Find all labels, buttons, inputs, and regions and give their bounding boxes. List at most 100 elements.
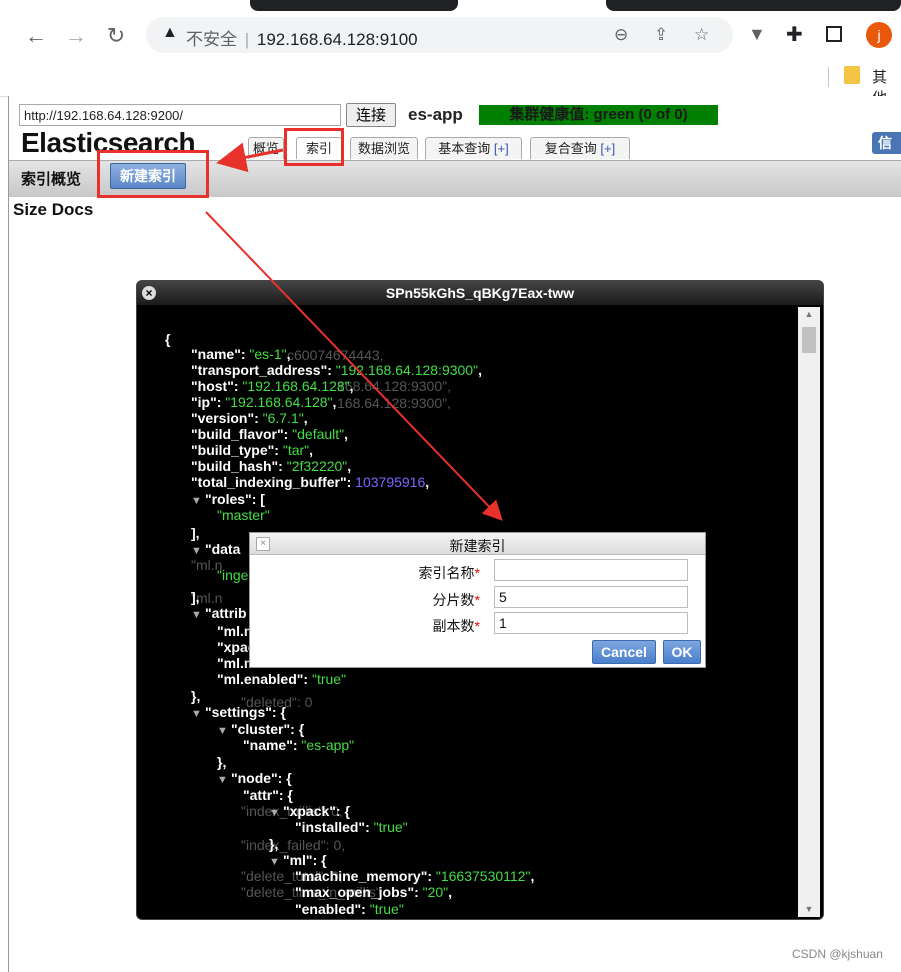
expand-triangle-icon[interactable]: ▼ — [269, 856, 283, 868]
info-button[interactable]: 信息 — [872, 132, 901, 173]
cluster-name: es-app — [408, 105, 463, 124]
node-info-title: SPn55kGhS_qBKg7Eax-tww — [385, 285, 575, 301]
json-line: }, — [269, 836, 278, 852]
annotation-box-new-index — [97, 150, 209, 198]
address-bar[interactable]: ▲ 不安全 | 192.168.64.128:9100 ⊖ ⇪ ☆ — [146, 17, 733, 53]
json-key: "node": { — [230, 770, 292, 786]
json-string: "inge — [217, 567, 249, 583]
expand-triangle-icon[interactable]: ▼ — [217, 725, 231, 737]
json-key: "machine_memory": — [295, 868, 436, 884]
expand-triangle-icon[interactable]: ▼ — [191, 708, 205, 720]
scrollbar[interactable]: ▲ ▼ — [798, 307, 820, 917]
scrollbar-thumb[interactable] — [802, 327, 816, 353]
json-key: "ml": { — [282, 852, 327, 868]
replicas-input[interactable]: 1 — [494, 612, 688, 634]
json-string: "es-app" — [301, 737, 355, 753]
expand-triangle-icon[interactable]: ▼ — [191, 609, 205, 621]
cancel-button[interactable]: Cancel — [592, 640, 656, 664]
extensions-puzzle-icon[interactable]: ✚ — [786, 22, 803, 47]
json-line: { — [165, 331, 170, 347]
json-key: , — [303, 410, 308, 426]
warning-icon[interactable]: ▲ — [162, 24, 178, 42]
json-key: "host": — [191, 378, 243, 394]
json-key: , — [448, 884, 453, 900]
cluster-url-input[interactable]: http://192.168.64.128:9200/ — [19, 104, 341, 126]
back-icon[interactable]: ← — [22, 24, 50, 48]
json-line: "build_type": "tar", — [191, 442, 313, 458]
zoom-icon[interactable]: ⊖ — [614, 25, 628, 45]
tab-browser[interactable]: 数据浏览 — [350, 137, 418, 159]
profile-avatar[interactable]: j — [866, 22, 892, 48]
json-key: "build_flavor": — [191, 426, 293, 442]
required-mark: * — [474, 565, 480, 581]
tab-label: 复合查询 — [544, 141, 597, 156]
json-key: "installed": — [295, 819, 374, 835]
json-key: "roles": [ — [204, 491, 265, 507]
forward-icon[interactable]: → — [62, 24, 90, 48]
close-icon[interactable]: × — [256, 537, 270, 551]
json-key: , — [332, 394, 337, 410]
watermark: CSDN @kjshuan — [792, 947, 883, 961]
expand-triangle-icon[interactable]: ▼ — [217, 774, 231, 786]
json-line: "attr": { — [243, 787, 293, 803]
close-icon[interactable]: × — [142, 286, 156, 300]
connect-button[interactable]: 连接 — [346, 103, 396, 127]
json-key: , — [309, 442, 314, 458]
tab-basic-query[interactable]: 基本查询 [+] — [425, 137, 522, 159]
json-line: "machine_memory": "16637530112", — [295, 868, 534, 884]
expand-triangle-icon[interactable]: ▼ — [191, 495, 205, 507]
field-label: 索引名称 — [418, 565, 475, 581]
json-key: "ml.enabled": — [217, 671, 312, 687]
tab-overview[interactable]: 概览 — [248, 137, 284, 159]
field-label: 分片数 — [432, 592, 475, 608]
json-key: "max_open_jobs": — [295, 884, 423, 900]
json-key: , — [286, 346, 291, 362]
tab-plus[interactable]: [+] — [494, 141, 509, 156]
json-string: "192.168.64.128" — [225, 394, 333, 410]
json-string: "tar" — [282, 442, 310, 458]
bookmark-star-icon[interactable]: ☆ — [694, 25, 709, 45]
replicas-label: 副本数* — [250, 616, 480, 636]
ok-button[interactable]: OK — [663, 640, 701, 664]
reload-icon[interactable]: ↻ — [102, 24, 130, 48]
browser-tab[interactable] — [606, 0, 901, 11]
json-string: "es-1" — [249, 346, 287, 362]
index-name-input[interactable] — [494, 559, 688, 581]
json-key: "build_hash": — [191, 458, 287, 474]
side-panel-icon[interactable] — [826, 26, 842, 42]
node-info-titlebar: SPn55kGhS_qBKg7Eax-tww × — [137, 281, 823, 305]
address-text: 不安全 | 192.168.64.128:9100 — [186, 25, 418, 50]
scroll-down-icon[interactable]: ▼ — [803, 904, 815, 914]
json-key: , — [344, 426, 349, 442]
json-line: ▼ "node": { — [217, 770, 292, 788]
folder-icon[interactable] — [844, 66, 860, 84]
tab-compound-query[interactable]: 复合查询 [+] — [530, 137, 630, 159]
json-line: "ip": "192.168.64.128", — [191, 394, 336, 410]
json-string: "16637530112" — [435, 868, 531, 884]
shards-input[interactable]: 5 — [494, 586, 688, 608]
json-string: "true" — [373, 819, 408, 835]
scroll-up-icon[interactable]: ▲ — [803, 309, 815, 319]
json-line: ▼ "data — [191, 541, 240, 559]
json-number: 103795916 — [355, 474, 426, 490]
browser-tab[interactable] — [250, 0, 458, 11]
expand-triangle-icon[interactable]: ▼ — [269, 807, 283, 819]
extension-v-icon[interactable]: ▼ — [748, 24, 766, 45]
json-key: , — [478, 362, 482, 378]
expand-triangle-icon[interactable]: ▼ — [191, 545, 205, 557]
json-key: "ip": — [191, 394, 226, 410]
tab-plus[interactable]: [+] — [600, 141, 615, 156]
json-key: "attrib — [204, 605, 247, 621]
share-icon[interactable]: ⇪ — [654, 25, 668, 45]
size-docs-header: Size Docs — [13, 200, 94, 219]
json-line: ▼ "attrib — [191, 605, 247, 623]
json-line: "enabled": "true" — [295, 901, 404, 917]
json-line: "master" — [217, 507, 270, 523]
json-key: "name": — [243, 737, 302, 753]
json-key: }, — [191, 688, 201, 704]
dialog-titlebar: 新建索引 × — [250, 533, 705, 555]
index-name-label: 索引名称* — [250, 563, 480, 583]
json-line: "total_indexing_buffer": 103795916, — [191, 474, 429, 490]
json-string: "default" — [292, 426, 345, 442]
tab-label: 概览 — [252, 141, 279, 156]
